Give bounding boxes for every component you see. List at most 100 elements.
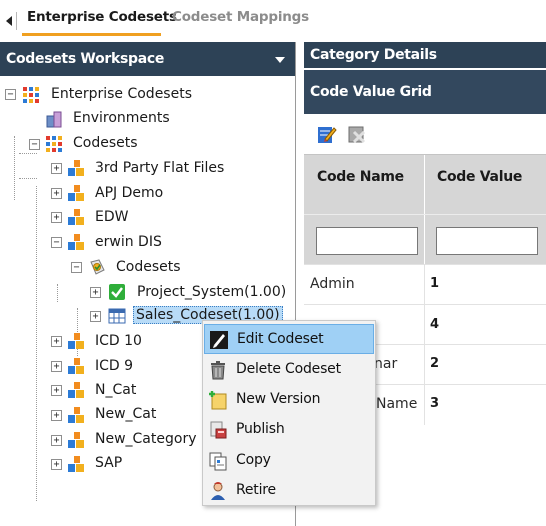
edit-icon <box>210 331 228 349</box>
tree-item-label: SAP <box>95 455 123 471</box>
chevron-down-icon[interactable] <box>275 57 285 63</box>
tree-item-label: New_Category <box>95 431 197 447</box>
code-value-grid-title: Code Value Grid <box>310 84 432 100</box>
category-details-header[interactable]: Category Details <box>304 42 546 68</box>
codesets-folder-icon <box>90 259 105 275</box>
grid-column-headers: Code Name Code Value <box>304 154 546 215</box>
scroll-left-icon[interactable] <box>4 12 14 30</box>
workspace-header: Codesets Workspace <box>0 42 295 76</box>
code-name-filter-input[interactable] <box>316 227 418 255</box>
tree-item-label: EDW <box>95 209 129 225</box>
menu-item-retire[interactable]: Retire <box>204 476 374 506</box>
code-name-cell: nar <box>374 356 398 372</box>
new-version-icon <box>209 391 227 410</box>
expand-toggle[interactable]: + <box>51 385 62 396</box>
code-value-grid-header: Code Value Grid <box>304 70 546 114</box>
column-divider <box>424 345 425 385</box>
menu-item-label: New Version <box>236 391 321 407</box>
menu-item-label: Copy <box>236 452 271 468</box>
codeset-group-icon <box>68 407 84 423</box>
expand-toggle[interactable]: + <box>51 163 62 174</box>
menu-item-label: Retire <box>236 482 276 498</box>
codeset-group-icon <box>68 234 84 250</box>
tree-item-label: Codesets <box>73 135 138 151</box>
menu-item-label: Delete Codeset <box>236 361 341 377</box>
code-value-cell: 3 <box>430 396 440 411</box>
tree-connector <box>57 284 58 302</box>
codeset-context-menu: Edit Codeset Delete Codeset New Version … <box>202 320 376 506</box>
tree-connector <box>19 153 37 154</box>
tree-item-label: erwin DIS <box>95 234 162 250</box>
tree-item-label: ICD 10 <box>95 333 142 349</box>
tree-connector <box>14 136 15 200</box>
codeset-group-icon <box>68 209 84 225</box>
collapse-toggle[interactable]: − <box>71 262 82 273</box>
column-header-code-name[interactable]: Code Name <box>317 169 404 185</box>
tab-enterprise-codesets[interactable]: Enterprise Codesets <box>27 9 177 25</box>
tab-codeset-mappings[interactable]: Codeset Mappings <box>172 9 309 25</box>
edit-grid-icon[interactable] <box>316 123 338 145</box>
delete-rows-icon[interactable] <box>346 123 368 145</box>
expand-toggle[interactable]: + <box>51 361 62 372</box>
collapse-toggle[interactable]: − <box>51 237 62 248</box>
column-divider <box>424 265 425 305</box>
expand-toggle[interactable]: + <box>90 287 101 298</box>
expand-toggle[interactable]: + <box>51 188 62 199</box>
tree-connector <box>36 186 37 501</box>
grid-filter-row <box>304 214 546 265</box>
menu-item-new-version[interactable]: New Version <box>204 385 374 415</box>
codeset-group-icon <box>68 456 84 472</box>
codeset-group-icon <box>68 185 84 201</box>
tree-item-label: New_Cat <box>95 406 157 422</box>
expand-toggle[interactable]: + <box>51 435 62 446</box>
tree-item-label: Project_System(1.00) <box>137 284 287 300</box>
enterprise-grid-icon <box>23 87 39 103</box>
copy-icon <box>209 452 227 471</box>
codeset-group-icon <box>68 358 84 374</box>
column-divider <box>424 215 425 265</box>
tree-item-label: N_Cat <box>95 382 137 398</box>
code-name-cell: Name <box>376 396 418 412</box>
code-value-cell: 1 <box>430 276 440 291</box>
tab-strip: Enterprise Codesets Codeset Mappings <box>0 0 546 38</box>
active-tab-indicator <box>22 33 161 36</box>
collapse-toggle[interactable]: − <box>29 139 40 150</box>
code-value-filter-input[interactable] <box>436 227 538 255</box>
grid-toolbar <box>304 118 546 154</box>
expand-toggle[interactable]: + <box>90 311 101 322</box>
column-header-code-value[interactable]: Code Value <box>437 169 522 185</box>
trash-icon <box>211 361 225 380</box>
table-codeset-icon <box>108 308 126 324</box>
codeset-group-icon <box>68 382 84 398</box>
menu-item-publish[interactable]: Publish <box>204 415 374 445</box>
expand-toggle[interactable]: + <box>51 459 62 470</box>
publish-icon <box>210 421 227 439</box>
code-value-cell: 2 <box>430 356 440 371</box>
tree-item-label: 3rd Party Flat Files <box>95 160 225 176</box>
codeset-group-icon <box>68 432 84 448</box>
column-divider <box>424 155 425 215</box>
environments-icon <box>46 111 62 128</box>
column-divider <box>424 305 425 345</box>
collapse-toggle[interactable]: − <box>5 89 16 100</box>
workspace-title: Codesets Workspace <box>6 51 165 67</box>
codeset-group-icon <box>68 333 84 349</box>
code-name-cell: Admin <box>310 276 355 292</box>
expand-toggle[interactable]: + <box>51 212 62 223</box>
codesets-grid-icon <box>46 136 62 152</box>
tree-item-label: ICD 9 <box>95 358 134 374</box>
menu-item-label: Edit Codeset <box>237 331 324 347</box>
tree-connector <box>19 178 37 179</box>
expand-toggle[interactable]: + <box>51 336 62 347</box>
column-divider <box>424 385 425 425</box>
grid-row[interactable]: Admin 1 <box>304 264 546 305</box>
expand-toggle[interactable]: + <box>51 410 62 421</box>
check-codeset-icon <box>109 284 125 300</box>
menu-item-delete-codeset[interactable]: Delete Codeset <box>204 355 374 385</box>
tab-divider <box>16 12 17 30</box>
tree-item-label: Environments <box>73 110 170 126</box>
menu-item-label: Publish <box>236 421 285 437</box>
tree-item-label: APJ Demo <box>95 185 164 201</box>
menu-item-copy[interactable]: Copy <box>204 446 374 476</box>
menu-item-edit-codeset[interactable]: Edit Codeset <box>204 324 374 354</box>
